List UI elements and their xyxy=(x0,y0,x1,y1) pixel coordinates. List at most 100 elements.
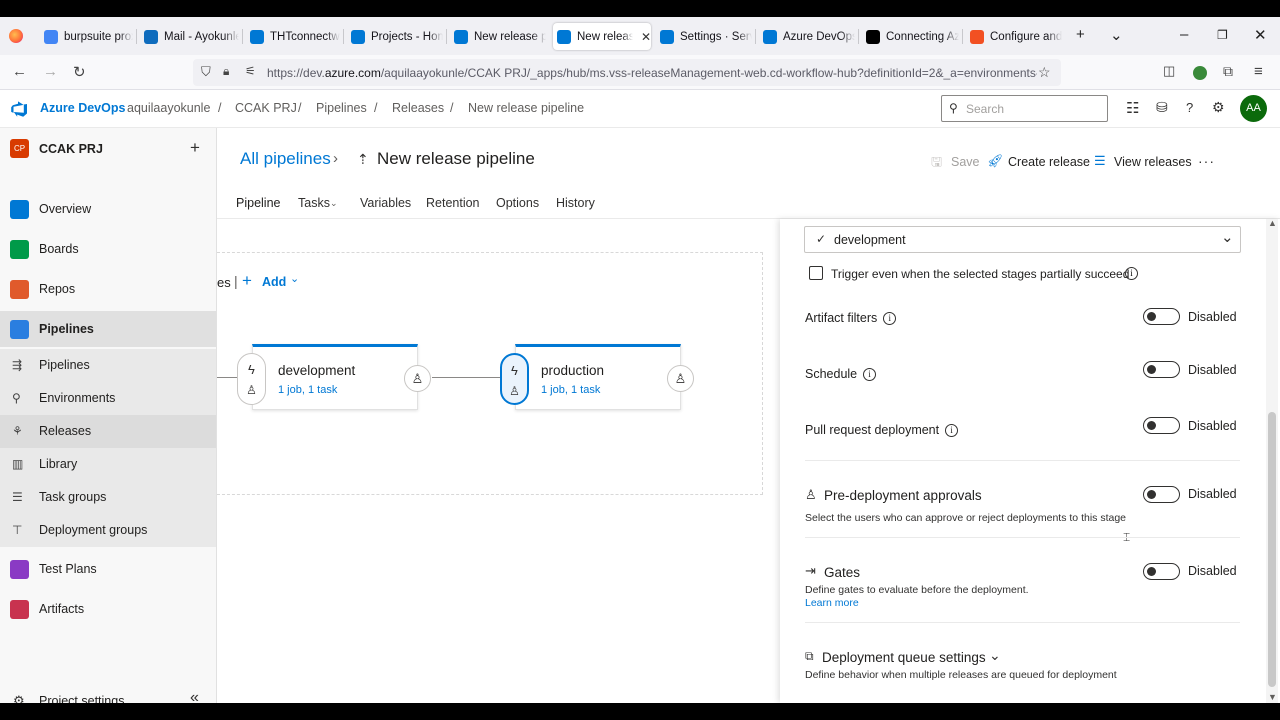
task-list-icon[interactable]: ☷ xyxy=(1126,99,1139,117)
tab-separator xyxy=(755,29,756,44)
chevron-down-icon[interactable]: ⌄ xyxy=(989,647,1001,664)
stage-card-production[interactable]: production 1 job, 1 task xyxy=(515,344,681,410)
view-releases-button[interactable]: View releases xyxy=(1114,155,1192,169)
browser-tab[interactable]: Configure and xyxy=(966,23,1063,50)
reload-icon[interactable]: ↻ xyxy=(73,63,86,81)
extension-icon[interactable] xyxy=(1193,66,1207,80)
project-name[interactable]: CCAK PRJ xyxy=(39,142,103,156)
minimize-window-icon[interactable]: – xyxy=(1180,26,1188,43)
sidebar-item-pipelines[interactable]: Pipelines xyxy=(0,311,216,347)
collapse-sidebar-icon[interactable]: « xyxy=(190,689,199,703)
stage-summary-link[interactable]: 1 job, 1 task xyxy=(278,384,337,396)
post-deployment-approver-icon[interactable]: ♙ xyxy=(667,365,694,392)
vertical-scrollbar[interactable]: ▲ ▼ xyxy=(1266,218,1278,703)
permissions-icon[interactable]: ⚟ xyxy=(245,64,256,78)
breadcrumb-project[interactable]: CCAK PRJ xyxy=(235,101,297,115)
sidebar-subitem-library[interactable]: ▥ Library xyxy=(0,448,216,481)
restore-window-icon[interactable]: ❐ xyxy=(1217,28,1228,42)
sidebar-subitem-releases[interactable]: ⚘ Releases xyxy=(0,415,216,448)
close-tab-icon[interactable]: ✕ xyxy=(641,30,651,44)
tab-tasks[interactable]: Tasks xyxy=(298,196,330,210)
pre-deployment-conditions-button[interactable]: ϟ ♙ xyxy=(237,353,266,405)
scroll-up-icon[interactable]: ▲ xyxy=(1268,218,1277,228)
stage-card-development[interactable]: development 1 job, 1 task xyxy=(252,344,418,410)
extensions-puzzle-icon[interactable]: ⧉ xyxy=(1223,63,1233,80)
pre-deployment-approvals-toggle[interactable] xyxy=(1143,486,1180,503)
gates-toggle[interactable] xyxy=(1143,563,1180,580)
browser-tab[interactable]: Projects - Hom xyxy=(347,23,443,50)
post-deployment-approver-icon[interactable]: ♙ xyxy=(404,365,431,392)
marketplace-bag-icon[interactable]: ⛁ xyxy=(1156,99,1168,116)
chevron-down-icon: ⌄ xyxy=(1221,229,1234,246)
info-icon[interactable]: i xyxy=(945,424,959,437)
save-button[interactable]: Save xyxy=(951,155,980,169)
sidebar-item-test-plans[interactable]: Test Plans xyxy=(0,551,216,587)
browser-tab[interactable]: Connecting Azu xyxy=(862,23,959,50)
firefox-logo-icon[interactable] xyxy=(9,29,23,43)
scrollbar-thumb[interactable] xyxy=(1268,412,1276,687)
list-all-tabs-button[interactable]: ⌄ xyxy=(1110,26,1123,44)
all-pipelines-link[interactable]: All pipelines xyxy=(240,149,331,169)
browser-tab[interactable]: burpsuite proxy xyxy=(40,23,133,50)
browser-tab[interactable]: Settings · Servi xyxy=(656,23,752,50)
sidebar-subitem-environments[interactable]: ⚲ Environments xyxy=(0,382,216,415)
sidebar-item-overview[interactable]: Overview xyxy=(0,191,216,227)
browser-tab[interactable]: New release ✕ xyxy=(553,23,651,50)
info-icon[interactable]: i xyxy=(883,312,897,325)
artifact-filters-toggle[interactable] xyxy=(1143,308,1180,325)
sidebar-subitem-task-groups[interactable]: ☰ Task groups xyxy=(0,481,216,514)
bookmark-star-icon[interactable]: ☆ xyxy=(1038,64,1051,81)
browser-tab[interactable]: New release pi xyxy=(450,23,546,50)
back-arrow-icon[interactable]: ← xyxy=(12,63,27,80)
menu-hamburger-icon[interactable]: ≡ xyxy=(1254,63,1263,80)
close-window-icon[interactable]: ✕ xyxy=(1254,26,1267,44)
breadcrumb-current[interactable]: New release pipeline xyxy=(468,101,584,115)
tab-pipeline[interactable]: Pipeline xyxy=(236,196,280,210)
scroll-down-icon[interactable]: ▼ xyxy=(1268,692,1277,702)
info-icon[interactable]: i xyxy=(863,368,877,381)
user-settings-icon[interactable]: ⚙ xyxy=(1212,99,1225,116)
tab-retention[interactable]: Retention xyxy=(426,196,480,210)
pre-deployment-approvals-title: Pre-deployment approvals xyxy=(824,488,982,503)
forward-arrow-icon[interactable]: → xyxy=(43,63,58,80)
info-icon[interactable]: i xyxy=(1125,267,1138,280)
sidebar-item-project-settings[interactable]: ⚙ Project settings xyxy=(0,683,216,703)
breadcrumb-releases[interactable]: Releases xyxy=(392,101,444,115)
sidebar-subitem-pipelines[interactable]: ⇶ Pipelines xyxy=(0,349,216,382)
tab-variables[interactable]: Variables xyxy=(360,196,411,210)
lock-icon[interactable]: 🔒︎ xyxy=(223,64,229,79)
sidebar-item-repos[interactable]: Repos xyxy=(0,271,216,307)
partial-success-checkbox[interactable] xyxy=(809,266,823,280)
stage-select-dropdown[interactable]: ✓ development ⌄ xyxy=(804,226,1241,253)
deployment-queue-settings-title[interactable]: Deployment queue settings xyxy=(822,650,986,665)
schedule-toggle[interactable] xyxy=(1143,361,1180,378)
more-actions-icon[interactable]: ··· xyxy=(1198,153,1215,169)
help-icon[interactable]: ? xyxy=(1186,100,1193,115)
pull-request-deployment-toggle[interactable] xyxy=(1143,417,1180,434)
new-tab-button[interactable]: + xyxy=(1076,26,1085,43)
search-input[interactable]: ⚲ Search xyxy=(941,95,1108,122)
pre-deployment-conditions-button-selected[interactable]: ϟ ♙ xyxy=(500,353,529,405)
sidebar-subitem-deployment-groups[interactable]: ⊤ Deployment groups xyxy=(0,514,216,547)
tracking-shield-icon[interactable]: ⛉ xyxy=(201,64,211,80)
add-icon[interactable]: + xyxy=(190,138,200,158)
avatar[interactable]: AA xyxy=(1240,95,1267,122)
browser-tab[interactable]: Mail - Ayokunle xyxy=(140,23,239,50)
breadcrumb-organization[interactable]: aquilaayokunle xyxy=(127,101,210,115)
tab-options[interactable]: Options xyxy=(496,196,539,210)
add-stage-button[interactable]: Add xyxy=(262,275,286,289)
sidebar-item-boards[interactable]: Boards xyxy=(0,231,216,267)
address-bar[interactable]: ⛉ 🔒︎ ⚟ https://dev.azure.com/aquilaayoku… xyxy=(193,59,1061,86)
azure-devops-logo-icon[interactable] xyxy=(10,100,28,118)
pocket-icon[interactable]: ◫ xyxy=(1163,63,1175,79)
artifacts-icon xyxy=(10,599,29,619)
breadcrumb-pipelines[interactable]: Pipelines xyxy=(316,101,367,115)
browser-tab[interactable]: THTconnectwit xyxy=(246,23,340,50)
sidebar-item-artifacts[interactable]: Artifacts xyxy=(0,591,216,627)
stage-summary-link[interactable]: 1 job, 1 task xyxy=(541,384,600,396)
tab-history[interactable]: History xyxy=(556,196,595,210)
create-release-button[interactable]: Create release xyxy=(1008,155,1090,169)
learn-more-link[interactable]: Learn more xyxy=(805,597,859,609)
brand-name[interactable]: Azure DevOps xyxy=(40,101,125,115)
browser-tab[interactable]: Azure DevOps xyxy=(759,23,855,50)
